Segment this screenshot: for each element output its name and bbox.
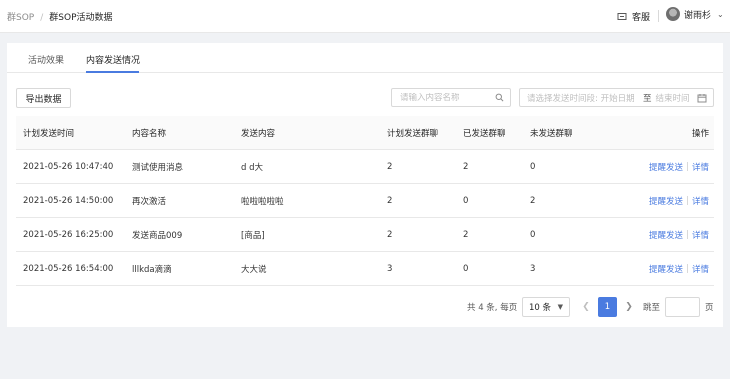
detail-link[interactable]: 详情 [692,229,709,241]
unsent-groups-cell: 3 [530,263,536,274]
tab-activity-effect[interactable]: 活动效果 [28,53,64,66]
search-icon[interactable] [495,93,504,102]
active-tab-indicator [86,71,139,73]
page-number-current[interactable]: 1 [598,297,617,317]
send-status-table: 计划发送时间 内容名称 发送内容 计划发送群聊 已发送群聊 未发送群聊 操作 2… [16,116,714,286]
column-header: 发送内容 [241,128,276,139]
breadcrumb: 群SOP / 群SOP活动数据 [7,10,113,23]
next-page-button[interactable]: ❯ [621,299,637,315]
content-name-search [391,88,511,107]
send-content-cell: d d大 [241,162,263,173]
customer-service-button[interactable]: 客服 [617,10,650,23]
planned-groups-cell: 2 [387,161,393,172]
send-content-cell: [商品] [241,230,265,241]
content-name-cell: lllkda滴滴 [132,264,172,275]
content-card: 活动效果 内容发送情况 导出数据 请选择发送时间段: 开始日期 至 结束时间 计… [7,43,723,327]
date-range-separator: 至 [643,93,652,104]
breadcrumb-separator: / [40,13,44,23]
unsent-groups-cell: 0 [530,161,536,172]
sent-groups-cell: 2 [463,161,469,172]
page-size-value: 10 条 [529,303,552,313]
column-header: 操作 [691,128,709,139]
content-name-cell: 测试使用消息 [132,162,184,173]
sent-groups-cell: 0 [463,195,469,206]
content-name-cell: 再次激活 [132,196,167,207]
customer-service-label: 客服 [632,13,651,23]
send-content-cell: 啦啦啦啦啦 [241,196,284,207]
column-header: 未发送群聊 [530,128,573,139]
date-range-end[interactable]: 结束时间 [656,92,697,104]
user-name: 谢雨杉 [684,10,712,21]
column-header: 计划发送时间 [23,128,75,139]
date-range-picker[interactable]: 请选择发送时间段: 开始日期 至 结束时间 [519,88,714,107]
planned-groups-cell: 2 [387,195,393,206]
page-size-select[interactable]: 10 条 ▼ [522,297,570,317]
remind-send-link[interactable]: 提醒发送 [649,161,683,173]
user-menu[interactable]: 谢雨杉 ⌄ [666,7,724,21]
action-divider [686,264,688,273]
search-input[interactable] [400,92,495,103]
action-divider [686,162,688,171]
jump-label: 跳至 [643,303,661,313]
jump-page-input[interactable] [665,297,700,317]
detail-link[interactable]: 详情 [692,263,709,275]
export-data-button[interactable]: 导出数据 [16,88,71,108]
planned-time-cell: 2021-05-26 10:47:40 [23,161,114,172]
chevron-right-icon: ❯ [625,302,633,312]
table-row: 2021-05-26 14:50:00 再次激活 啦啦啦啦啦 2 0 2 提醒发… [16,184,714,218]
table-row: 2021-05-26 16:54:00 lllkda滴滴 大大说 3 0 3 提… [16,252,714,286]
unsent-groups-cell: 0 [530,229,536,240]
row-actions: 提醒发送 详情 [649,195,709,207]
column-header: 内容名称 [132,128,167,139]
action-divider [686,230,688,239]
planned-groups-cell: 2 [387,229,393,240]
caret-down-icon: ▼ [557,303,563,311]
planned-time-cell: 2021-05-26 16:25:00 [23,229,114,240]
pagination-total: 共 4 条, 每页 [467,303,518,313]
content-name-cell: 发送商品009 [132,230,183,241]
pagination: 共 4 条, 每页 10 条 ▼ ❮ 1 ❯ 跳至 页 [7,297,723,317]
remind-send-link[interactable]: 提醒发送 [649,229,683,241]
calendar-icon [697,93,707,102]
planned-groups-cell: 3 [387,263,393,274]
chevron-down-icon: ⌄ [717,9,724,19]
chevron-left-icon: ❮ [582,302,590,312]
planned-time-cell: 2021-05-26 14:50:00 [23,195,114,206]
column-header: 已发送群聊 [463,128,506,139]
row-actions: 提醒发送 详情 [649,263,709,275]
detail-link[interactable]: 详情 [692,161,709,173]
header-divider [658,10,659,22]
unsent-groups-cell: 2 [530,195,536,206]
sent-groups-cell: 2 [463,229,469,240]
date-range-start[interactable]: 请选择发送时间段: 开始日期 [527,92,639,104]
table-row: 2021-05-26 10:47:40 测试使用消息 d d大 2 2 0 提醒… [16,150,714,184]
tab-bar: 活动效果 内容发送情况 [7,43,723,73]
avatar [666,7,680,21]
row-actions: 提醒发送 详情 [649,229,709,241]
breadcrumb-root[interactable]: 群SOP [7,13,34,23]
sent-groups-cell: 0 [463,263,469,274]
breadcrumb-current: 群SOP活动数据 [49,13,113,23]
action-divider [686,196,688,205]
table-row: 2021-05-26 16:25:00 发送商品009 [商品] 2 2 0 提… [16,218,714,252]
prev-page-button[interactable]: ❮ [578,299,594,315]
row-actions: 提醒发送 详情 [649,161,709,173]
remind-send-link[interactable]: 提醒发送 [649,263,683,275]
page-suffix: 页 [705,303,714,313]
tab-content-send-status[interactable]: 内容发送情况 [86,53,140,66]
column-header: 计划发送群聊 [387,128,439,139]
top-bar: 群SOP / 群SOP活动数据 客服 谢雨杉 ⌄ [0,0,730,33]
detail-link[interactable]: 详情 [692,195,709,207]
send-content-cell: 大大说 [241,264,267,275]
planned-time-cell: 2021-05-26 16:54:00 [23,263,114,274]
message-icon [617,12,627,20]
table-header: 计划发送时间 内容名称 发送内容 计划发送群聊 已发送群聊 未发送群聊 操作 [16,116,714,150]
remind-send-link[interactable]: 提醒发送 [649,195,683,207]
